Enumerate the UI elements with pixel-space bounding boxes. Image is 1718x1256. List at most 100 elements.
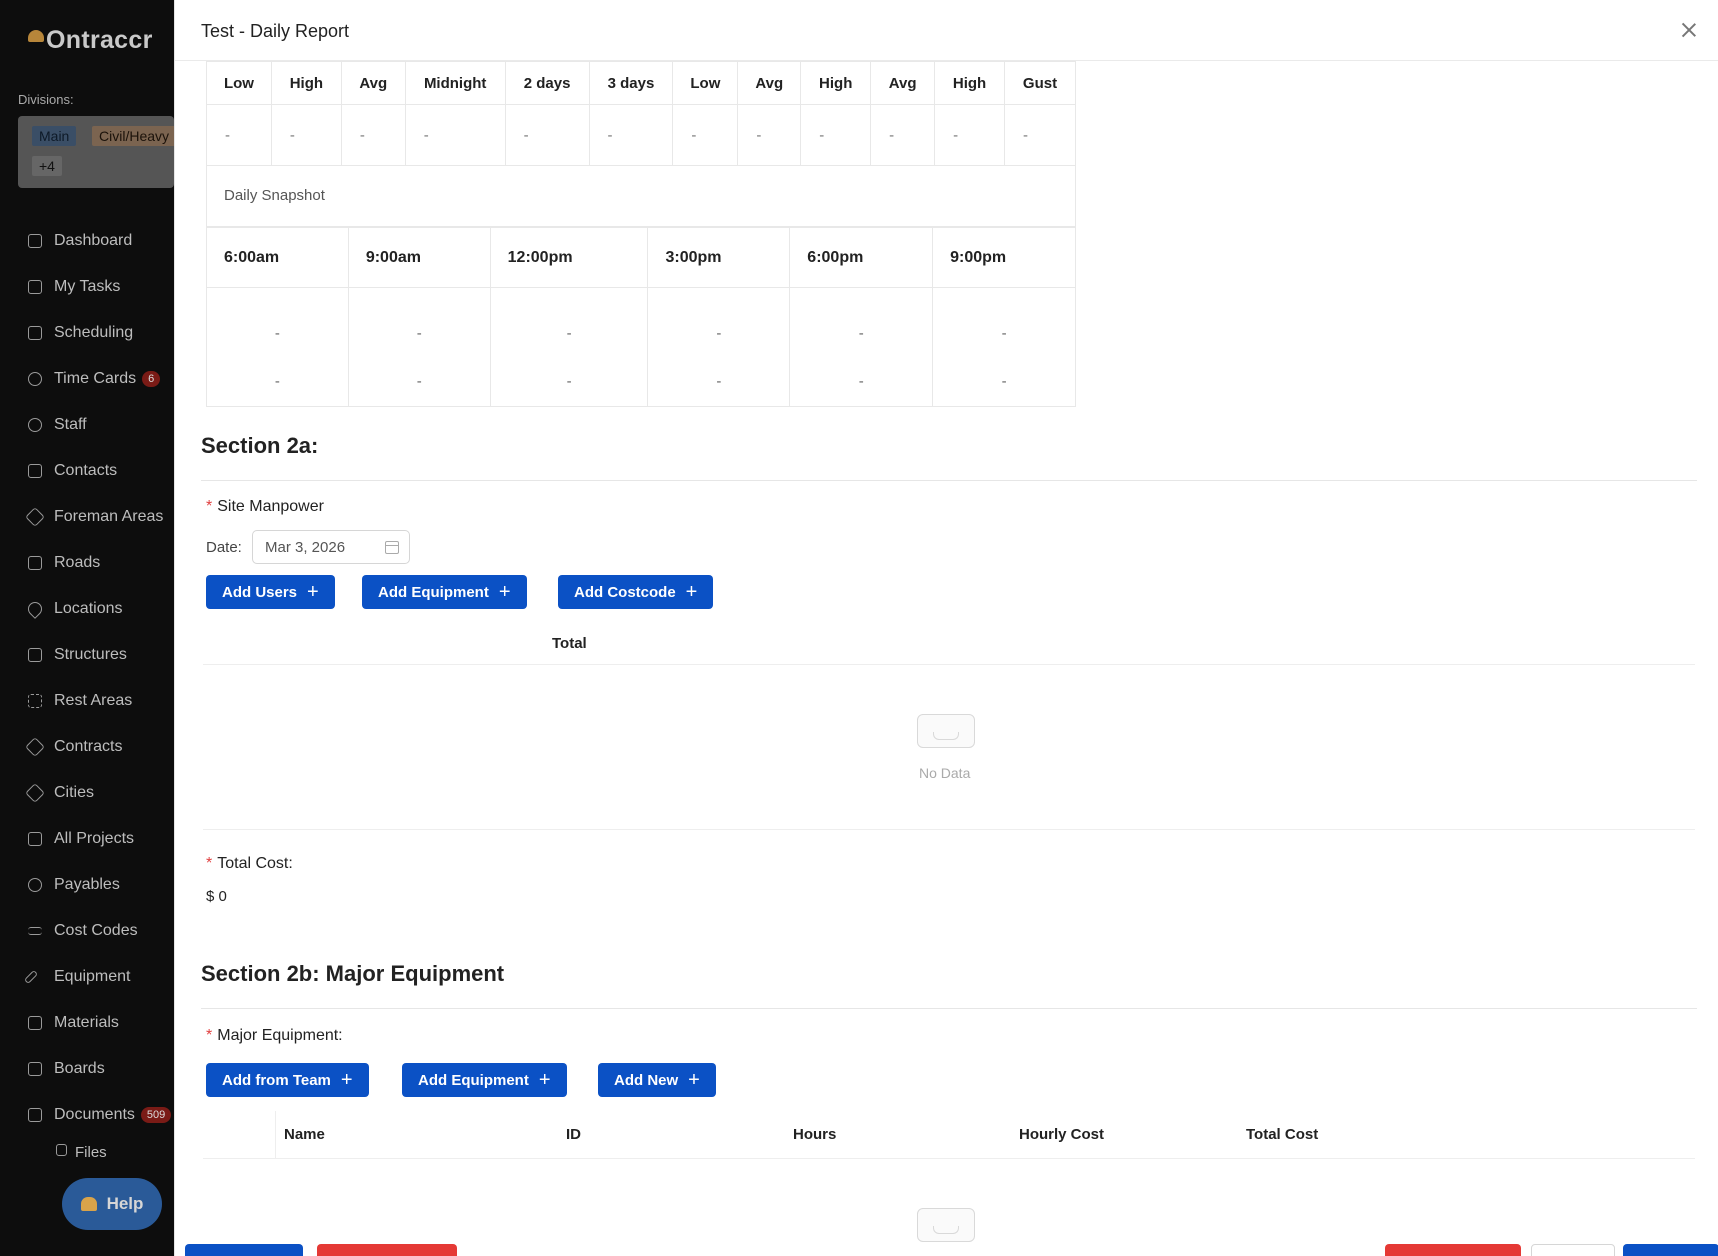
divisions-label: Divisions: xyxy=(18,92,74,107)
add-equipment-button[interactable]: Add Equipment + xyxy=(402,1063,567,1097)
weather-col-header: 3 days xyxy=(588,61,674,105)
footer-submit-button[interactable] xyxy=(1623,1244,1718,1256)
sidebar-item-staff[interactable]: Staff xyxy=(0,402,174,448)
sidebar-item-materials[interactable]: Materials xyxy=(0,1000,174,1046)
add-equipment-button[interactable]: Add Equipment + xyxy=(362,575,527,609)
footer-primary-button[interactable] xyxy=(185,1244,303,1256)
snapshot-time: 6:00am xyxy=(206,227,349,288)
list-icon xyxy=(28,556,42,570)
calendar-icon xyxy=(28,326,42,340)
sidebar-item-payables[interactable]: Payables xyxy=(0,862,174,908)
section-2a-title: Section 2a: xyxy=(201,433,319,458)
sidebar-item-cost-codes[interactable]: Cost Codes xyxy=(0,908,174,954)
division-tag-civil[interactable]: Civil/Heavy xyxy=(92,126,177,146)
plus-icon: + xyxy=(498,581,511,603)
sidebar-item-cities[interactable]: Cities xyxy=(0,770,174,816)
section-divider xyxy=(201,1008,1697,1009)
app-logo: Ontraccr xyxy=(28,26,153,55)
weather-col-header: Gust xyxy=(1003,61,1077,105)
column-header-name: Name xyxy=(284,1126,325,1143)
sidebar-item-dashboard[interactable]: Dashboard xyxy=(0,218,174,264)
footer-danger-button[interactable] xyxy=(1385,1244,1521,1256)
helmet-icon xyxy=(28,30,44,42)
help-button[interactable]: Help xyxy=(62,1178,162,1230)
division-selector[interactable]: Main Civil/Heavy +4 xyxy=(18,116,177,188)
add-new-button[interactable]: Add New + xyxy=(598,1063,716,1097)
footer-danger-button[interactable] xyxy=(317,1244,457,1256)
drawer-content[interactable]: Low High Avg Midnight 2 days 3 days Low … xyxy=(175,61,1718,1244)
area-icon xyxy=(28,694,42,708)
snapshot-header-row: 6:00am 9:00am 12:00pm 3:00pm 6:00pm 9:00… xyxy=(206,227,1076,288)
dollar-icon xyxy=(28,878,42,892)
weather-cell: - xyxy=(404,104,506,166)
weather-col-header: High xyxy=(800,61,872,105)
sidebar-item-contracts[interactable]: Contracts xyxy=(0,724,174,770)
helmet-icon xyxy=(80,1197,97,1211)
document-icon xyxy=(28,1108,42,1122)
user-icon xyxy=(28,418,42,432)
weather-col-header: High xyxy=(934,61,1005,105)
snapshot-time: 9:00pm xyxy=(932,227,1076,288)
weather-cell: - xyxy=(340,104,406,166)
sidebar-item-all-projects[interactable]: All Projects xyxy=(0,816,174,862)
table-header-divider xyxy=(203,664,1695,665)
add-from-team-button[interactable]: Add from Team + xyxy=(206,1063,369,1097)
required-marker: * xyxy=(206,855,213,872)
sidebar-nav: Dashboard My Tasks Scheduling Time Cards… xyxy=(0,218,174,1164)
snapshot-cell: -- xyxy=(932,287,1076,407)
plus-icon: + xyxy=(538,1069,551,1091)
snapshot-cell: -- xyxy=(347,287,491,407)
add-costcode-button[interactable]: Add Costcode + xyxy=(558,575,714,609)
weather-table: Low High Avg Midnight 2 days 3 days Low … xyxy=(206,61,1077,166)
snapshot-value-row: -- -- -- -- -- -- xyxy=(206,287,1076,407)
sidebar-item-contacts[interactable]: Contacts xyxy=(0,448,174,494)
weather-col-header: 2 days xyxy=(504,61,590,105)
snapshot-cell: -- xyxy=(206,287,349,407)
file-icon xyxy=(56,1144,67,1156)
sidebar-item-structures[interactable]: Structures xyxy=(0,632,174,678)
sidebar-item-roads[interactable]: Roads xyxy=(0,540,174,586)
add-users-button[interactable]: Add Users + xyxy=(206,575,335,609)
column-header-id: ID xyxy=(566,1126,581,1143)
sidebar-item-documents[interactable]: Documents 509 xyxy=(0,1092,174,1138)
weather-cell: - xyxy=(800,104,872,166)
date-picker-input[interactable]: Mar 3, 2026 xyxy=(252,530,410,564)
sidebar-item-time-cards[interactable]: Time Cards 6 xyxy=(0,356,174,402)
total-cost-label: * Total Cost: xyxy=(206,855,293,872)
section-divider xyxy=(201,480,1697,481)
sidebar-item-my-tasks[interactable]: My Tasks xyxy=(0,264,174,310)
tasks-icon xyxy=(28,280,42,294)
weather-cell: - xyxy=(934,104,1005,166)
close-icon[interactable] xyxy=(1679,20,1699,40)
weather-cell: - xyxy=(588,104,674,166)
sidebar-item-locations[interactable]: Locations xyxy=(0,586,174,632)
sidebar-subitem-files[interactable]: Files xyxy=(0,1138,174,1164)
required-marker: * xyxy=(206,498,213,515)
sidebar-item-scheduling[interactable]: Scheduling xyxy=(0,310,174,356)
footer-secondary-button[interactable] xyxy=(1531,1244,1615,1256)
inbox-icon xyxy=(913,708,979,750)
sidebar-item-foreman-areas[interactable]: Foreman Areas xyxy=(0,494,174,540)
sidebar-item-rest-areas[interactable]: Rest Areas xyxy=(0,678,174,724)
division-tag-main[interactable]: Main xyxy=(32,126,77,146)
division-tag-more[interactable]: +4 xyxy=(32,156,62,176)
home-icon xyxy=(28,234,42,248)
bank-icon xyxy=(28,648,42,662)
weather-cell: - xyxy=(672,104,739,166)
daily-report-drawer: Test - Daily Report Low High Avg Midnigh… xyxy=(174,0,1718,1256)
snapshot-time: 6:00pm xyxy=(789,227,934,288)
column-header-hours: Hours xyxy=(793,1126,837,1143)
sidebar-item-equipment[interactable]: Equipment xyxy=(0,954,174,1000)
table-bottom-divider xyxy=(203,829,1695,830)
pin-icon xyxy=(25,599,45,619)
weather-cell: - xyxy=(870,104,936,166)
diamond-icon xyxy=(25,507,45,527)
sidebar-item-boards[interactable]: Boards xyxy=(0,1046,174,1092)
plus-icon: + xyxy=(688,1069,700,1091)
plus-icon: + xyxy=(340,1069,353,1091)
swap-icon xyxy=(28,927,42,935)
weather-col-header: Avg xyxy=(340,61,406,105)
total-cost-value: $ 0 xyxy=(206,888,227,905)
calendar-icon xyxy=(385,541,399,554)
weather-cell: - xyxy=(206,104,272,166)
